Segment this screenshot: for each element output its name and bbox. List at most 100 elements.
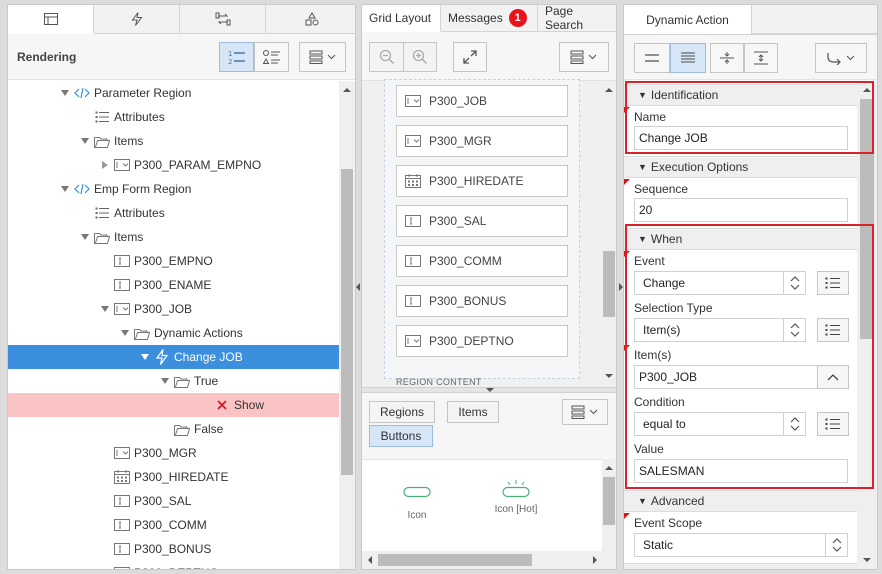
tree-view-button[interactable]: 12: [219, 42, 254, 72]
show-all-button[interactable]: [670, 43, 706, 73]
tree-node[interactable]: Attributes: [8, 105, 339, 129]
gallery-scrollbar-thumb[interactable]: [603, 477, 615, 525]
tree-node[interactable]: Items: [8, 225, 339, 249]
gallery-hscrollbar[interactable]: [362, 551, 616, 569]
collapse-down-icon[interactable]: [486, 388, 494, 392]
collapse-twisty-icon[interactable]: [80, 138, 90, 144]
dynamic-action-icon: [154, 349, 170, 365]
expand-twisty-icon[interactable]: [100, 161, 110, 169]
tree-node[interactable]: P300_SAL: [8, 489, 339, 513]
zoom-in-button[interactable]: [403, 42, 437, 72]
shared-components-icon: [305, 12, 319, 26]
section-advanced[interactable]: ▼ Advanced: [624, 490, 857, 512]
tree-node[interactable]: Parameter Region: [8, 81, 339, 105]
tab-rendering[interactable]: [8, 5, 94, 34]
tab-label: Grid Layout: [369, 11, 432, 25]
tree-node[interactable]: True: [8, 369, 339, 393]
tree-node[interactable]: P300_JOB: [8, 297, 339, 321]
scroll-up-icon[interactable]: [342, 87, 352, 93]
scroll-left-icon[interactable]: [367, 555, 373, 565]
collapse-right-icon[interactable]: [618, 283, 623, 291]
menu-icon: [570, 50, 598, 64]
tree-scrollbar[interactable]: [339, 81, 355, 569]
collapse-twisty-icon[interactable]: [60, 186, 70, 192]
show-common-button[interactable]: [634, 43, 670, 73]
sequence-field[interactable]: 20: [634, 198, 848, 222]
all-lines-icon: [680, 52, 696, 64]
center-panel: Grid Layout Messages 1 Page Search P300_…: [361, 4, 617, 570]
tree-node[interactable]: P300_BONUS: [8, 537, 339, 561]
collapse-all-button[interactable]: [710, 43, 744, 73]
event-scope-select[interactable]: Static: [634, 533, 848, 557]
date-picker-icon: [405, 174, 421, 188]
tree-node[interactable]: P300_PARAM_EMPNO: [8, 153, 339, 177]
collapse-twisty-icon[interactable]: [160, 378, 170, 384]
gallery-tab-regions[interactable]: Regions: [369, 401, 435, 423]
tree-node[interactable]: P300_HIREDATE: [8, 465, 339, 489]
tree-node[interactable]: Change JOB: [8, 345, 339, 369]
grid-menu-button[interactable]: [559, 42, 609, 72]
tree-node[interactable]: P300_ENAME: [8, 273, 339, 297]
tab-dynamic-action[interactable]: Dynamic Action: [624, 5, 752, 34]
scroll-up-icon[interactable]: [604, 465, 614, 471]
gallery-item-label: Icon: [407, 510, 427, 521]
tab-dynamic-actions[interactable]: [94, 5, 180, 34]
tree-scrollbar-thumb[interactable]: [341, 169, 353, 475]
tab-processing[interactable]: [180, 5, 266, 34]
scroll-right-icon[interactable]: [592, 555, 598, 565]
grid-item[interactable]: P300_MGR: [396, 125, 568, 157]
tree-node[interactable]: Attributes: [8, 201, 339, 225]
gallery-menu-button[interactable]: [562, 399, 608, 425]
grid-item[interactable]: P300_BONUS: [396, 285, 568, 317]
section-execution-options[interactable]: ▼ Execution Options: [624, 156, 857, 178]
gallery-tab-items[interactable]: Items: [447, 401, 499, 423]
collapse-twisty-icon[interactable]: [60, 90, 70, 96]
tree-node-label: P300_EMPNO: [134, 254, 213, 268]
grid-item[interactable]: P300_JOB: [396, 85, 568, 117]
region-icon: [74, 85, 90, 101]
grid-scrollbar-thumb[interactable]: [603, 251, 615, 317]
gallery-item-icon-hot[interactable]: Icon [Hot]: [486, 480, 546, 515]
tree-node[interactable]: P300_COMM: [8, 513, 339, 537]
gallery-scrollbar[interactable]: [602, 459, 616, 551]
grid-item[interactable]: P300_HIREDATE: [396, 165, 568, 197]
tab-grid-layout[interactable]: Grid Layout: [362, 5, 441, 32]
collapse-twisty-icon[interactable]: [140, 354, 150, 360]
scroll-up-icon[interactable]: [604, 87, 614, 93]
scroll-down-icon[interactable]: [604, 373, 614, 379]
tab-page-search[interactable]: Page Search: [538, 5, 616, 32]
collapse-twisty-icon[interactable]: [80, 234, 90, 240]
tree-node[interactable]: Show: [8, 393, 339, 417]
tree-menu-button[interactable]: [299, 42, 346, 72]
tab-messages[interactable]: Messages 1: [441, 5, 538, 32]
zoom-out-button[interactable]: [369, 42, 403, 72]
svg-text:2: 2: [228, 58, 232, 65]
collapse-twisty-icon[interactable]: [100, 306, 110, 312]
tree-node[interactable]: P300_MGR: [8, 441, 339, 465]
select-list-item-icon: [114, 445, 130, 461]
tree-node[interactable]: Items: [8, 129, 339, 153]
gallery-hscrollbar-thumb[interactable]: [378, 554, 532, 566]
expand-all-button[interactable]: [744, 43, 778, 73]
go-to-group-button[interactable]: [815, 43, 867, 73]
tab-shared-components[interactable]: [266, 5, 355, 34]
gallery-item-icon[interactable]: Icon: [392, 486, 442, 521]
gallery-toolbar: Regions Items Buttons: [362, 393, 616, 459]
region-icon: [74, 181, 90, 197]
grid-item[interactable]: P300_COMM: [396, 245, 568, 277]
grid-item[interactable]: P300_DEPTNO: [396, 325, 568, 357]
tree-node[interactable]: P300_EMPNO: [8, 249, 339, 273]
grid-scrollbar[interactable]: [602, 81, 616, 387]
tree-node[interactable]: False: [8, 417, 339, 441]
grid-item[interactable]: P300_SAL: [396, 205, 568, 237]
gallery-tab-buttons[interactable]: Buttons: [369, 425, 433, 447]
tree-node[interactable]: Dynamic Actions: [8, 321, 339, 345]
tree-node[interactable]: P300_DEPTNO: [8, 561, 339, 569]
collapse-twisty-icon[interactable]: [120, 330, 130, 336]
expand-button[interactable]: [453, 42, 487, 72]
scroll-down-icon[interactable]: [862, 557, 872, 563]
component-view-button[interactable]: [254, 42, 289, 72]
grid-item-label: P300_COMM: [429, 254, 502, 268]
property-editor: Dynamic Action ▼ Identification Name Cha…: [623, 4, 878, 570]
tree-node[interactable]: Emp Form Region: [8, 177, 339, 201]
